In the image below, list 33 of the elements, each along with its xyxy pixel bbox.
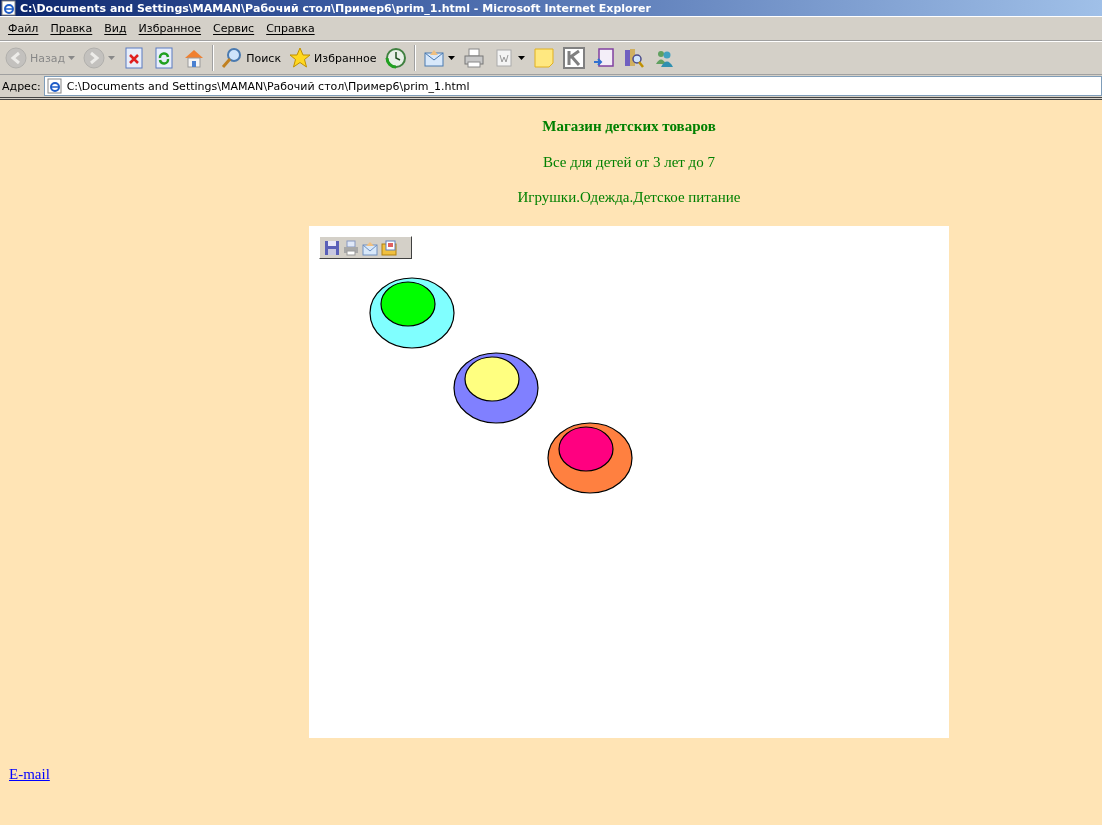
refresh-icon (153, 47, 176, 69)
stop-icon (123, 47, 146, 69)
notebook-icon (592, 47, 615, 69)
sticky-note-icon (532, 47, 555, 69)
menu-item[interactable]: Справка (260, 22, 321, 35)
caret-icon (68, 56, 76, 60)
page-heading: Магазин детских товаров (542, 118, 716, 135)
address-field[interactable]: C:\Documents and Settings\MAMAN\Рабочий стол\Пример6\prim_1.html (43, 76, 1102, 96)
caret-icon (447, 56, 455, 60)
toolbar-button[interactable]: Избранное (286, 45, 380, 71)
clock-icon (384, 47, 407, 69)
printer-icon[interactable] (343, 239, 359, 256)
toolbar-button[interactable]: Поиск (218, 45, 285, 71)
menu-item[interactable]: Сервис (207, 22, 261, 35)
categories-text: Игрушки.Одежда.Детское питание (517, 189, 741, 206)
books-magnifier-icon (622, 47, 645, 69)
printer-icon (462, 47, 485, 69)
envelope-icon[interactable] (362, 239, 378, 256)
menu-item[interactable]: Файл (2, 22, 45, 35)
k-logo-icon (562, 47, 585, 69)
menu-item[interactable]: Избранное (132, 22, 208, 35)
caret-icon (517, 56, 525, 60)
subtitle-text: Все для детей от 3 лет до 7 (543, 154, 715, 171)
window-title: C:\Documents and Settings\MAMAN\Рабочий стол\Пример6\prim_1.html - Microsoft Internet Explorer (20, 1, 651, 15)
folder-icon[interactable] (381, 239, 397, 256)
star-icon (289, 47, 312, 69)
address-label: Адрес: (2, 79, 41, 93)
menu-item[interactable]: Правка (44, 22, 99, 35)
menu-item[interactable]: Вид (98, 22, 133, 35)
search-icon (221, 47, 244, 69)
email-link[interactable]: E-mail (9, 766, 50, 783)
browser-logo-icon (46, 78, 63, 94)
caret-icon (108, 56, 116, 60)
